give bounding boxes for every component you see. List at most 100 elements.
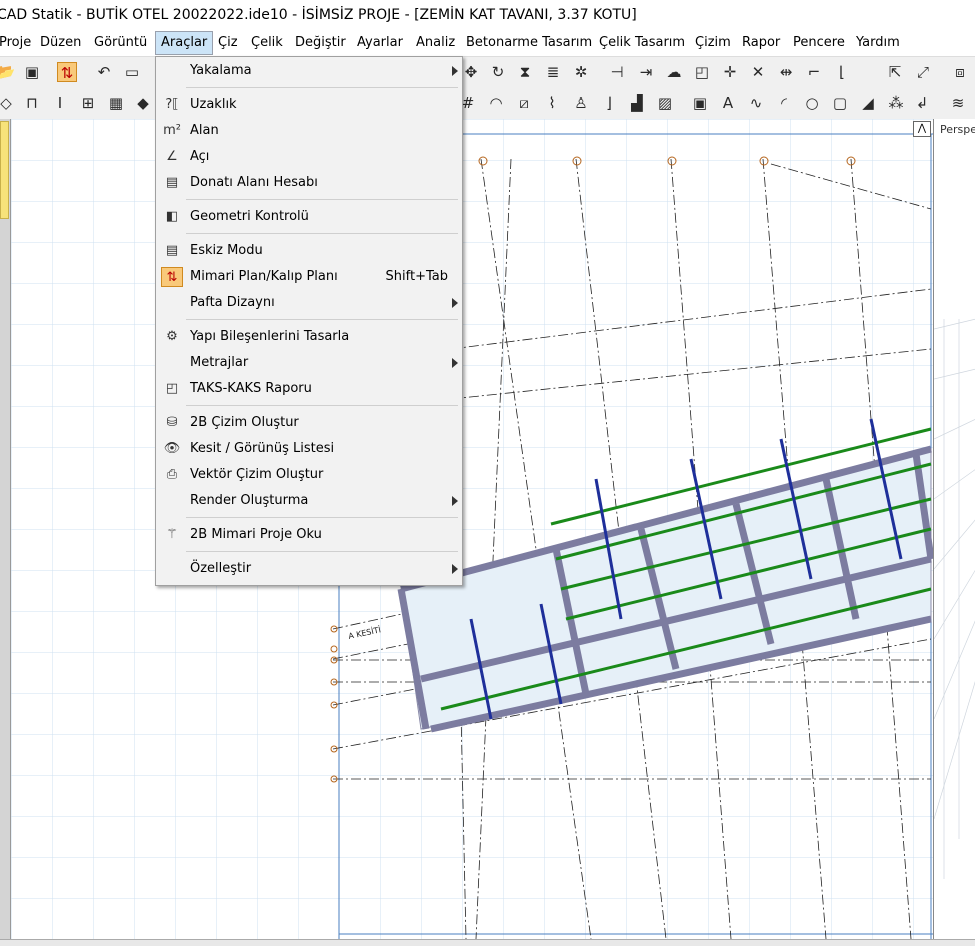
menu-cizim[interactable]: Çizim [690,32,736,54]
menu-item-2b-mimari-proje[interactable]: ⚚ 2B Mimari Proje Oku [156,522,462,548]
menu-goruntu[interactable]: Görüntü [89,32,152,54]
geometry-check-icon: ◧ [165,209,179,224]
menu-celik[interactable]: Çelik [246,32,288,54]
wand-icon: ⚚ [166,527,178,542]
align-icon[interactable]: ≣ [543,62,563,82]
arc-icon[interactable]: ◜ [774,93,794,113]
undo-icon[interactable]: ↶ [94,62,114,82]
menu-item-mimari-plan[interactable]: ⇅ Mimari Plan/Kalıp Planı Shift+Tab [156,264,462,290]
layers-icon[interactable]: ≋ [948,93,968,113]
text-icon[interactable]: A [718,93,738,113]
scale-icon[interactable]: ⤢ [913,62,933,82]
toolbar-draw: ◇ ⊓ I ⊞ ▦ ◆ # ◠ ⧄ ⌇ ♙ ⌋ ▟ ▨ ▣ A ∿ ◜ ○ ▢ … [0,88,975,120]
menu-item-alan[interactable]: m² Alan [156,118,462,144]
beam-icon[interactable]: ⊓ [22,93,42,113]
menu-item-yakalama[interactable]: Yakalama [156,58,462,84]
design-components-icon: ⚙ [166,329,178,344]
open-icon[interactable]: 📂 [0,62,16,82]
chamfer-icon[interactable]: ⌊ [832,62,852,82]
vector-drawing-icon: ⎙ [166,467,178,482]
cloud-icon[interactable]: ☁ [664,62,684,82]
lamp-icon[interactable]: ♙ [571,93,591,113]
menu-araclar[interactable]: Araçlar [155,31,214,55]
points-icon[interactable]: ⁂ [886,93,906,113]
perspective-panel[interactable]: Perspe [933,119,975,939]
menu-item-uzaklik[interactable]: ?⟦ Uzaklık [156,92,462,118]
chart-icon[interactable]: ▟ [627,93,647,113]
mirror-icon[interactable]: ⧗ [515,62,535,82]
menu-proje[interactable]: Proje [0,32,36,54]
shape-icon[interactable]: ◆ [133,93,153,113]
column-icon[interactable]: I [50,93,70,113]
menu-item-ozellestir[interactable]: Özelleştir [156,556,462,582]
menu-item-geometri-kontrolu[interactable]: ◧ Geometri Kontrolü [156,204,462,230]
stair-icon[interactable]: ⌇ [542,93,562,113]
toolbar-top: 📂 ▣ ⇅ ↶ ▭ ✥ ↻ ⧗ ≣ ✲ ⊣ ⇥ ☁ ◰ ✛ ✕ ⇹ ⌐ ⌊ ⇱ … [0,57,975,89]
trim-icon[interactable]: ⊣ [607,62,627,82]
menu-separator [186,551,458,552]
stretch-icon[interactable]: ⇱ [885,62,905,82]
fill-icon[interactable]: ◢ [858,93,878,113]
submenu-arrow-icon [452,496,458,506]
submenu-arrow-icon [452,564,458,574]
save-icon[interactable]: ▣ [22,62,42,82]
menu-ayarlar[interactable]: Ayarlar [352,32,408,54]
polyline-icon[interactable]: ∿ [746,93,766,113]
snap-panel-tab[interactable] [0,121,9,219]
menu-item-kesit-gorunus[interactable]: 👁 Kesit / Görünüş Listesi [156,436,462,462]
copy-grid-icon[interactable]: ✲ [571,62,591,82]
menu-betonarme-tasarim[interactable]: Betonarme Tasarım [461,32,597,54]
break-icon[interactable]: ◰ [692,62,712,82]
menu-ciz[interactable]: Çiz [213,32,243,54]
menu-item-yapi-bilesenleri[interactable]: ⚙ Yapı Bileşenlerini Tasarla [156,324,462,350]
window-title: CAD Statik - BUTİK OTEL 20022022.ide10 -… [0,7,637,23]
menu-degistir[interactable]: Değiştir [290,32,351,54]
image-icon[interactable]: ▣ [690,93,710,113]
menu-item-pafta-dizayni[interactable]: Pafta Dizaynı [156,290,462,316]
menu-item-eskiz-modu[interactable]: ▤ Eskiz Modu [156,238,462,264]
slab-icon[interactable]: ◇ [0,93,16,113]
menu-separator [186,319,458,320]
menu-celik-tasarim[interactable]: Çelik Tasarım [594,32,690,54]
section-view-icon: 👁 [163,441,181,456]
menu-separator [186,87,458,88]
foundation-icon[interactable]: ⊞ [78,93,98,113]
menu-item-render[interactable]: Render Oluşturma [156,488,462,514]
dimension-icon[interactable]: ⌋ [599,93,619,113]
join-icon[interactable]: ⇹ [776,62,796,82]
menu-item-2b-cizim[interactable]: ⛁ 2B Çizim Oluştur [156,410,462,436]
menu-item-vektor-cizim[interactable]: ⎙ Vektör Çizim Oluştur [156,462,462,488]
coord-icon[interactable]: ⧈ [950,62,970,82]
menu-separator [186,405,458,406]
dome-icon[interactable]: ◠ [486,93,506,113]
menu-item-donati-alani[interactable]: ▤ Donatı Alanı Hesabı [156,170,462,196]
drawing-canvas[interactable]: A KESİTİ [10,119,933,939]
rotate-icon[interactable]: ↻ [488,62,508,82]
hatch-icon[interactable]: ▨ [655,93,675,113]
fillet-icon[interactable]: ⌐ [804,62,824,82]
menu-item-aci[interactable]: ∠ Açı [156,144,462,170]
sketch-icon: ▤ [165,243,179,258]
menu-pencere[interactable]: Pencere [788,32,850,54]
menu-item-metrajlar[interactable]: Metrajlar [156,350,462,376]
offset-icon[interactable]: ↲ [912,93,932,113]
wall-icon[interactable]: ▦ [106,93,126,113]
left-dock-strip [0,119,10,939]
circle-icon[interactable]: ○ [802,93,822,113]
ramp-icon[interactable]: ⧄ [514,93,534,113]
view-toggle-icon[interactable]: ⋀ [913,121,931,137]
cross-icon[interactable]: ✕ [748,62,768,82]
intersect-icon[interactable]: ✛ [720,62,740,82]
move-icon[interactable]: ✥ [461,62,481,82]
menu-yardim[interactable]: Yardım [851,32,905,54]
perspective-preview [934,318,975,879]
menu-duzen[interactable]: Düzen [35,32,86,54]
menu-item-taks-kaks[interactable]: ◰ TAKS-KAKS Raporu [156,376,462,402]
extend-icon[interactable]: ⇥ [636,62,656,82]
2d-drawing-icon: ⛁ [166,415,178,430]
arch-plan-toggle-icon[interactable]: ⇅ [57,62,77,82]
revision-cloud-icon[interactable]: ▢ [830,93,850,113]
menu-analiz[interactable]: Analiz [411,32,460,54]
zoom-window-icon[interactable]: ▭ [122,62,142,82]
menu-rapor[interactable]: Rapor [737,32,785,54]
